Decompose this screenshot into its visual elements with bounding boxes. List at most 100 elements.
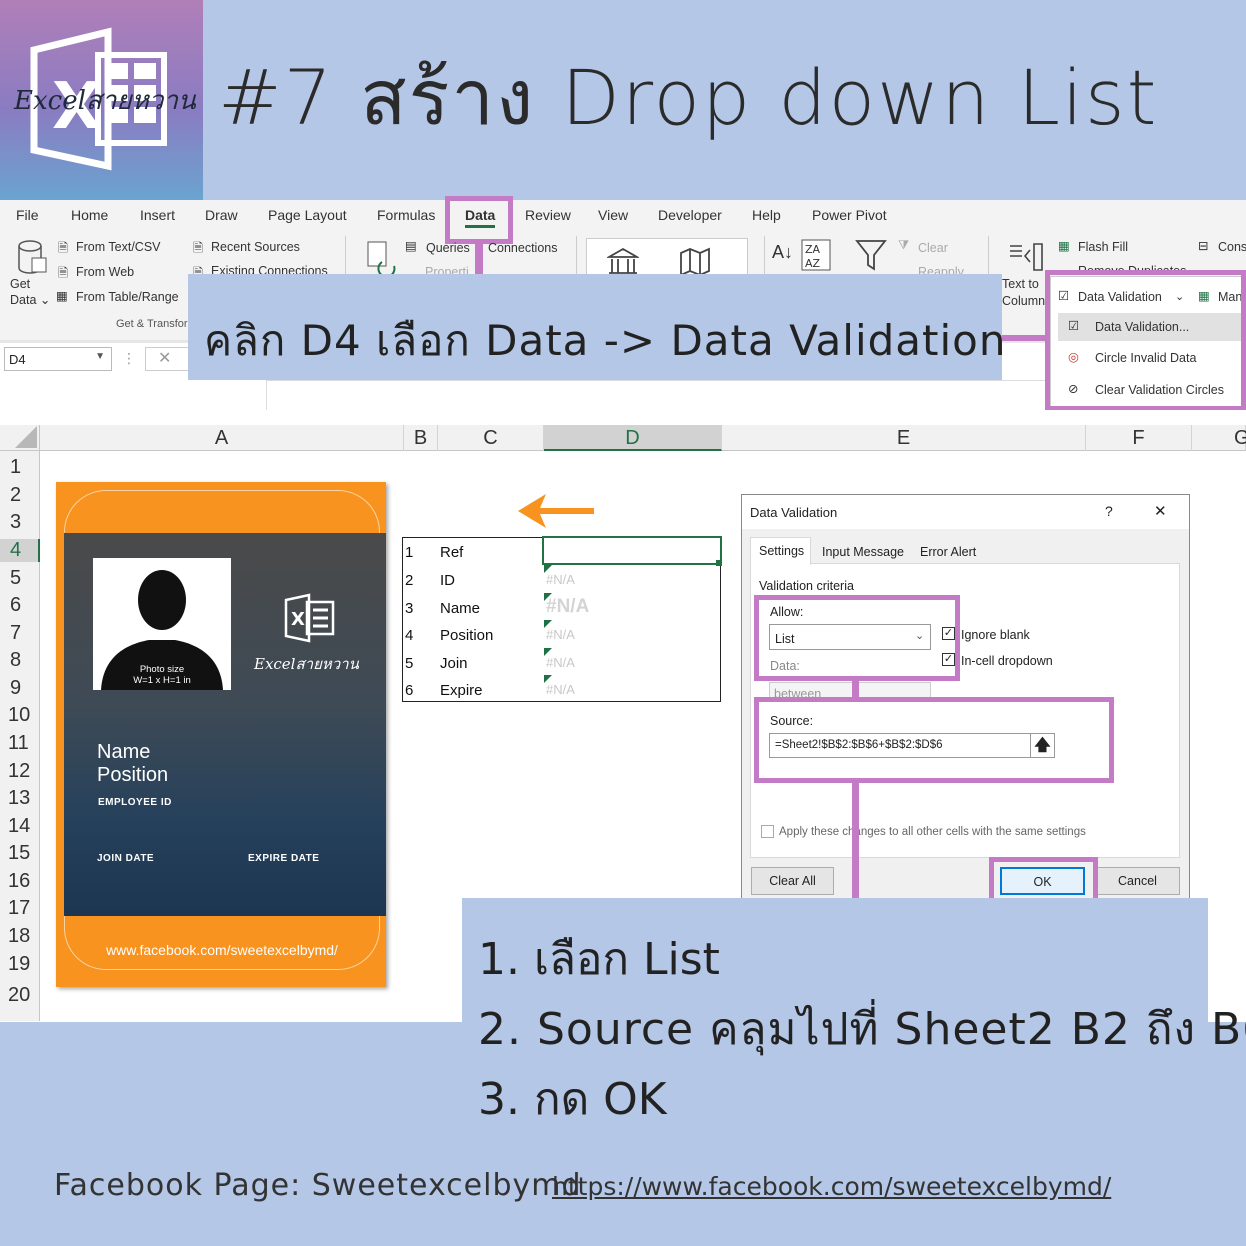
recent-sources-button[interactable]: Recent Sources [211, 240, 300, 254]
row-header-20[interactable]: 20 [0, 984, 40, 1007]
from-text-icon: 🗎 [58, 241, 69, 255]
name-box-value: D4 [9, 352, 26, 367]
connections-label[interactable]: Connections [488, 241, 558, 255]
column-header-d[interactable]: D [544, 425, 722, 451]
row-header-7[interactable]: 7 [0, 622, 40, 645]
row-header-16[interactable]: 16 [0, 870, 40, 893]
column-header-a[interactable]: A [40, 425, 404, 451]
divider [764, 236, 765, 276]
highlight-data-tab [445, 196, 513, 244]
table-row-label: Expire [440, 682, 483, 699]
tab-insert[interactable]: Insert [140, 207, 175, 223]
table-row-num: 4 [405, 627, 414, 644]
row-header-8[interactable]: 8 [0, 649, 40, 672]
tab-developer[interactable]: Developer [658, 207, 722, 223]
from-web-button[interactable]: From Web [76, 265, 134, 279]
tab-formulas[interactable]: Formulas [377, 207, 435, 223]
data-types-gallery[interactable] [586, 238, 748, 276]
fill-handle[interactable] [716, 560, 722, 566]
flash-fill-button[interactable]: Flash Fill [1078, 240, 1128, 254]
tab-draw[interactable]: Draw [205, 207, 238, 223]
text-to-columns-icon [1010, 243, 1043, 271]
table-row-value: #N/A [546, 596, 590, 617]
row-header-6[interactable]: 6 [0, 594, 40, 617]
row-header-4[interactable]: 4 [0, 539, 40, 562]
refresh-icon [367, 241, 396, 274]
card-excel-logo-icon: X [284, 593, 335, 643]
row-header-12[interactable]: 12 [0, 760, 40, 783]
error-indicator [544, 620, 552, 628]
footer-link[interactable]: https://www.facebook.com/sweetexcelbymd/ [552, 1172, 1111, 1201]
name-box[interactable]: D4 ▼ [4, 347, 112, 371]
ignore-blank-label: Ignore blank [961, 628, 1030, 642]
tab-home[interactable]: Home [71, 207, 108, 223]
sort-asc-icon[interactable]: A↓ [772, 242, 793, 263]
row-header-3[interactable]: 3 [0, 511, 40, 534]
stocks-icon [607, 247, 639, 274]
get-data-button[interactable]: Get Data ⌄ [10, 276, 50, 308]
card-join-date: JOIN DATE [97, 853, 155, 864]
divider [988, 236, 989, 276]
apply-all-checkbox[interactable] [761, 825, 774, 838]
column-header-g[interactable]: G [1192, 425, 1246, 451]
tab-review[interactable]: Review [525, 207, 571, 223]
table-row-label: ID [440, 572, 455, 589]
row-header-11[interactable]: 11 [0, 732, 40, 755]
filter-icon[interactable] [855, 238, 887, 272]
tab-power-pivot[interactable]: Power Pivot [812, 207, 887, 223]
table-row-value: #N/A [546, 627, 575, 642]
row-header-2[interactable]: 2 [0, 484, 40, 507]
tab-settings-label: Settings [759, 544, 805, 558]
sort-icon[interactable]: ZAAZ [801, 239, 831, 271]
from-table-button[interactable]: From Table/Range [76, 290, 179, 304]
column-header-f[interactable]: F [1086, 425, 1192, 451]
column-header-c[interactable]: C [438, 425, 544, 451]
queries-icon: ▤ [405, 239, 417, 253]
selected-cell-d4[interactable] [542, 536, 722, 565]
arrow-left-icon [518, 494, 594, 528]
table-row-num: 1 [405, 544, 414, 561]
consolidate-icon: ⊟ [1198, 239, 1209, 253]
table-row-label: Ref [440, 544, 464, 561]
step-3: 3. กด OK [478, 1074, 667, 1125]
tab-input-message[interactable]: Input Message [822, 545, 904, 559]
row-header-19[interactable]: 19 [0, 953, 40, 976]
tab-view[interactable]: View [598, 207, 628, 223]
row-header-15[interactable]: 15 [0, 842, 40, 865]
row-header-5[interactable]: 5 [0, 567, 40, 590]
queries-connections-button[interactable]: Queries [426, 241, 470, 255]
close-button[interactable]: ✕ [1154, 502, 1167, 520]
tab-page-layout[interactable]: Page Layout [268, 207, 347, 223]
column-header-e[interactable]: E [722, 425, 1086, 451]
row-header-1[interactable]: 1 [0, 456, 40, 479]
tab-error-alert[interactable]: Error Alert [920, 545, 976, 559]
table-row-label: Name [440, 600, 481, 617]
column-header-b[interactable]: B [404, 425, 438, 451]
clear-button[interactable]: Clear [918, 241, 948, 255]
from-text-csv-button[interactable]: From Text/CSV [76, 240, 161, 254]
consolidate-button[interactable]: Cons [1218, 240, 1246, 254]
clear-all-button[interactable]: Clear All [751, 867, 834, 895]
row-header-10[interactable]: 10 [0, 704, 40, 727]
row-header-13[interactable]: 13 [0, 787, 40, 810]
row-header-9[interactable]: 9 [0, 677, 40, 700]
logo: X Excelสายหวาน [0, 0, 203, 200]
help-button[interactable]: ? [1105, 503, 1113, 519]
more-icon: ⋮ [122, 350, 136, 366]
row-header-14[interactable]: 14 [0, 815, 40, 838]
table-row-num: 2 [405, 572, 414, 589]
table-row-num: 5 [405, 655, 414, 672]
cancel-button[interactable]: Cancel [1095, 867, 1180, 895]
cancel-formula-button[interactable]: ✕ [145, 347, 189, 371]
divider [576, 236, 577, 276]
tab-help[interactable]: Help [752, 207, 781, 223]
table-row-value: #N/A [546, 572, 575, 587]
text-to-columns-button[interactable]: Text to Columns [1002, 276, 1046, 310]
highlight-source [754, 697, 1114, 783]
row-header-18[interactable]: 18 [0, 925, 40, 948]
table-row-label: Position [440, 627, 494, 644]
select-all-corner[interactable] [0, 425, 40, 451]
connector-line [852, 783, 859, 898]
tab-file[interactable]: File [16, 207, 39, 223]
row-header-17[interactable]: 17 [0, 897, 40, 920]
